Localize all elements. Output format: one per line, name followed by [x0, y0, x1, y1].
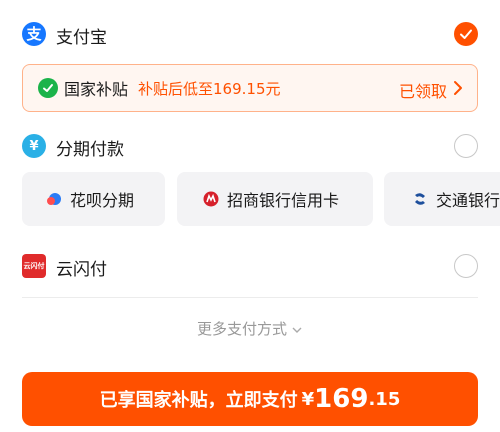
pay-amount-decimal: .15 [368, 388, 401, 410]
payment-option-alipay[interactable]: 支 支付宝 [0, 14, 500, 54]
divider [22, 297, 478, 298]
chip-cmb[interactable]: 招商银行信用卡 [177, 172, 373, 226]
unionpay-radio[interactable] [454, 254, 478, 278]
subsidy-title: 国家补贴 [64, 80, 129, 99]
huabei-icon [46, 191, 62, 207]
pay-currency: ¥ [301, 388, 315, 410]
subsidy-text: 补贴后低至169.15元 [138, 79, 281, 98]
cmb-icon [203, 191, 219, 207]
unionpay-label: 云闪付 [56, 260, 107, 280]
payment-option-installment[interactable]: ¥ 分期付款 [0, 126, 500, 166]
subsidy-banner[interactable]: 国家补贴 补贴后低至169.15元 已领取 [22, 64, 478, 112]
bocom-icon [412, 191, 428, 207]
payment-option-unionpay[interactable]: 云闪付 云闪付 [0, 246, 500, 286]
pay-amount-integer: 169 [314, 384, 369, 414]
more-payment-methods-link[interactable]: 更多支付方式 [0, 318, 500, 339]
alipay-label: 支付宝 [56, 28, 107, 48]
chip-bocom[interactable]: 交通银行 [384, 172, 500, 226]
subsidy-icon [38, 78, 58, 98]
chevron-down-icon [292, 327, 302, 333]
chip-label: 花呗分期 [70, 191, 135, 210]
pay-button[interactable]: 已享国家补贴，立即支付 ¥ 169 .15 [22, 372, 478, 426]
alipay-icon: 支 [22, 22, 46, 46]
installment-radio[interactable] [454, 134, 478, 158]
more-methods-label: 更多支付方式 [196, 320, 287, 338]
installment-chips: 花呗分期 招商银行信用卡 交通银行 [22, 172, 500, 226]
installment-icon: ¥ [22, 134, 46, 158]
pay-button-text: 已享国家补贴，立即支付 [99, 390, 298, 411]
subsidy-status: 已领取 [398, 82, 447, 101]
selected-check-icon[interactable] [454, 22, 478, 46]
chip-label: 交通银行 [436, 191, 500, 210]
chip-label: 招商银行信用卡 [227, 191, 340, 210]
chip-huabei[interactable]: 花呗分期 [22, 172, 165, 226]
unionpay-icon: 云闪付 [22, 254, 46, 278]
installment-label: 分期付款 [56, 140, 124, 160]
chevron-right-icon [454, 81, 462, 95]
